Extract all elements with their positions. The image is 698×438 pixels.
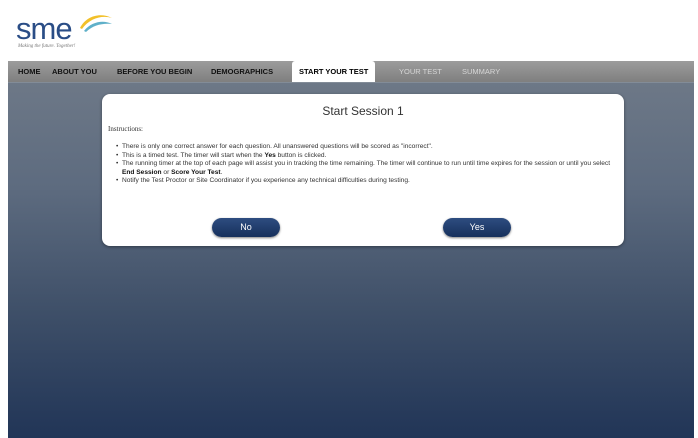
instruction-item: This is a timed test. The timer will sta…	[116, 152, 616, 161]
nav-about-you[interactable]: ABOUT YOU	[52, 61, 97, 82]
logo-tagline: Making the future. Together!	[18, 44, 76, 49]
instruction-item: The running timer at the top of each pag…	[116, 160, 616, 177]
instructions-list: There is only one correct answer for eac…	[116, 143, 616, 186]
instruction-text: There is only one correct answer for eac…	[122, 143, 433, 150]
content-divider	[8, 82, 694, 83]
instructions-label: Instructions:	[108, 125, 143, 133]
main-nav: HOME ABOUT YOU BEFORE YOU BEGIN DEMOGRAP…	[8, 61, 694, 82]
instruction-text: button is clicked.	[275, 151, 327, 159]
instruction-text: or	[161, 168, 172, 176]
nav-your-test: YOUR TEST	[399, 67, 442, 76]
instruction-text: Notify the Test Proctor or Site Coordina…	[122, 177, 410, 185]
content-area: Start Session 1 Instructions: There is o…	[8, 82, 694, 438]
instruction-item: Notify the Test Proctor or Site Coordina…	[116, 177, 616, 186]
sme-logo[interactable]: sme Making the future. Together!	[16, 11, 126, 56]
nav-before-you-begin[interactable]: BEFORE YOU BEGIN	[117, 61, 192, 82]
nav-summary: SUMMARY	[462, 67, 501, 76]
start-session-dialog: Start Session 1 Instructions: There is o…	[102, 94, 624, 246]
instruction-bold-text: Yes	[264, 151, 276, 159]
instruction-bold-text: End Session	[122, 168, 162, 176]
yes-button[interactable]: Yes	[443, 218, 511, 237]
logo-text: sme	[16, 11, 73, 46]
instruction-item: There is only one correct answer for eac…	[116, 143, 616, 152]
logo-swoosh-icon	[80, 15, 112, 32]
nav-home[interactable]: HOME	[18, 61, 41, 82]
nav-demographics[interactable]: DEMOGRAPHICS	[211, 61, 273, 82]
page: sme Making the future. Together! HOME AB…	[8, 0, 694, 438]
no-button[interactable]: No	[212, 218, 280, 237]
instruction-text: This is a timed test. The timer will sta…	[122, 151, 265, 159]
instruction-text: .	[220, 168, 223, 176]
header: sme Making the future. Together!	[8, 0, 694, 61]
browser-frame: sme Making the future. Together! HOME AB…	[0, 0, 698, 438]
nav-start-your-test[interactable]: START YOUR TEST	[292, 61, 376, 82]
instruction-bold-text: Score Your Test	[171, 168, 221, 176]
dialog-title: Start Session 1	[322, 104, 404, 118]
instruction-text: The running timer at the top of each pag…	[122, 160, 611, 168]
